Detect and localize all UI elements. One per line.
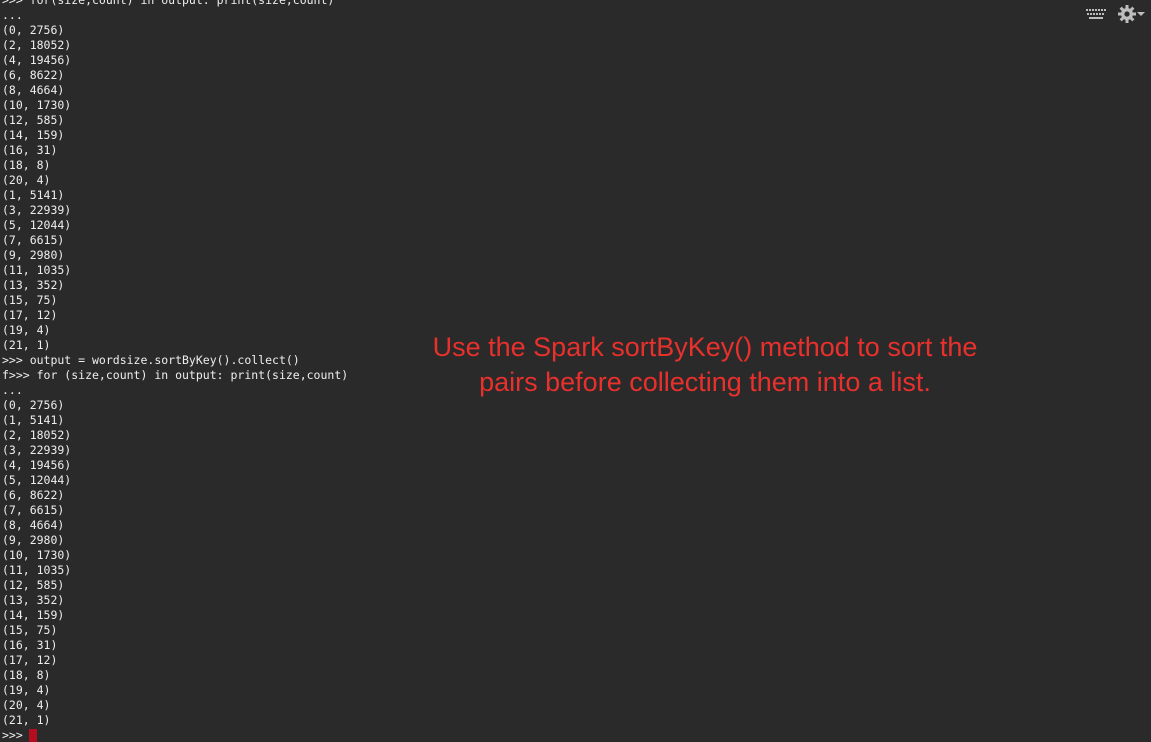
terminal-line: (5, 12044) <box>2 218 72 232</box>
terminal-line: (0, 2756) <box>2 23 65 37</box>
terminal-line: f>>> for (size,count) in output: print(s… <box>2 368 349 382</box>
terminal-prompt: >>> <box>2 728 23 742</box>
terminal-line: ... <box>2 8 23 22</box>
terminal-line: >>> for(size,count) in output: print(siz… <box>2 0 335 7</box>
terminal-line: (6, 8622) <box>2 488 65 502</box>
terminal-toolbar <box>1085 4 1145 24</box>
terminal-prompt-line[interactable]: >>> <box>2 728 348 742</box>
terminal-line: (13, 352) <box>2 278 65 292</box>
terminal-line: (9, 2980) <box>2 533 65 547</box>
gear-icon <box>1118 5 1136 23</box>
terminal-line: (17, 12) <box>2 308 58 322</box>
terminal-line: (16, 31) <box>2 638 58 652</box>
terminal-line: (1, 5141) <box>2 413 65 427</box>
terminal-line: (17, 12) <box>2 653 58 667</box>
terminal-line: (16, 31) <box>2 143 58 157</box>
terminal-line: (14, 159) <box>2 608 65 622</box>
terminal-line: (20, 4) <box>2 173 51 187</box>
terminal-line: (5, 12044) <box>2 473 72 487</box>
terminal-line: (15, 75) <box>2 623 58 637</box>
annotation-line-2: pairs before collecting them into a list… <box>479 367 931 397</box>
terminal-line: (14, 159) <box>2 128 65 142</box>
terminal-line: (8, 4664) <box>2 518 65 532</box>
terminal-line: (11, 1035) <box>2 263 72 277</box>
terminal-line: (8, 4664) <box>2 83 65 97</box>
terminal-line: >>> output = wordsize.sortByKey().collec… <box>2 353 300 367</box>
terminal-line: (7, 6615) <box>2 503 65 517</box>
terminal-line: (4, 19456) <box>2 458 72 472</box>
terminal-line: (2, 18052) <box>2 38 72 52</box>
terminal-line: (13, 352) <box>2 593 65 607</box>
terminal-line: (4, 19456) <box>2 53 72 67</box>
terminal-output: >>> for(size,count) in output: print(siz… <box>2 0 348 742</box>
keyboard-button[interactable] <box>1085 7 1107 21</box>
terminal-line: (18, 8) <box>2 668 51 682</box>
terminal-line: (15, 75) <box>2 293 58 307</box>
annotation-line-1: Use the Spark sortByKey() method to sort… <box>432 332 978 362</box>
terminal-window[interactable]: >>> for(size,count) in output: print(siz… <box>0 0 1151 742</box>
terminal-line: (21, 1) <box>2 713 51 727</box>
terminal-line: (1, 5141) <box>2 188 65 202</box>
terminal-line: (2, 18052) <box>2 428 72 442</box>
terminal-line: (19, 4) <box>2 323 51 337</box>
terminal-line: (12, 585) <box>2 578 65 592</box>
keyboard-icon <box>1086 9 1106 19</box>
terminal-line: ... <box>2 383 23 397</box>
terminal-line: (7, 6615) <box>2 233 65 247</box>
chevron-down-icon <box>1137 12 1145 16</box>
settings-button[interactable] <box>1117 4 1145 24</box>
terminal-line: (19, 4) <box>2 683 51 697</box>
terminal-line: (0, 2756) <box>2 398 65 412</box>
terminal-line: (20, 4) <box>2 698 51 712</box>
text-cursor <box>28 729 37 742</box>
terminal-line: (3, 22939) <box>2 203 72 217</box>
terminal-line: (18, 8) <box>2 158 51 172</box>
terminal-line: (11, 1035) <box>2 563 72 577</box>
terminal-line: (6, 8622) <box>2 68 65 82</box>
terminal-line: (12, 585) <box>2 113 65 127</box>
terminal-line: (21, 1) <box>2 338 51 352</box>
terminal-line: (9, 2980) <box>2 248 65 262</box>
terminal-line: (3, 22939) <box>2 443 72 457</box>
annotation-text: Use the Spark sortByKey() method to sort… <box>380 330 1030 400</box>
terminal-line: (10, 1730) <box>2 548 72 562</box>
terminal-line: (10, 1730) <box>2 98 72 112</box>
